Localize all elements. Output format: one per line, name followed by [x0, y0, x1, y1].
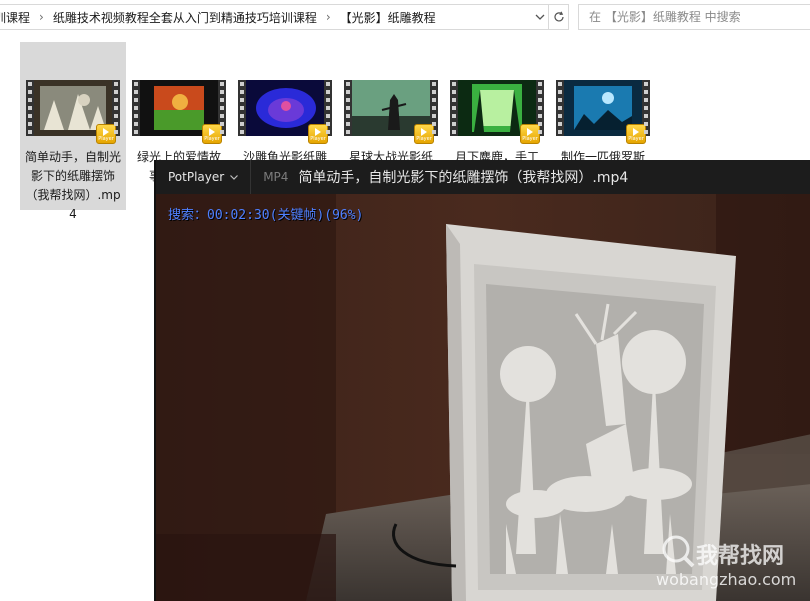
format-label: MP4: [263, 170, 289, 184]
player-titlebar[interactable]: PotPlayer MP4 简单动手，自制光影下的纸雕摆饰（我帮找网）.mp4: [156, 160, 810, 194]
chevron-right-icon[interactable]: ›: [36, 10, 47, 24]
breadcrumb-item-course[interactable]: 训课程: [0, 9, 36, 26]
file-item[interactable]: Player 简单动手，自制光影下的纸雕摆饰（我帮找网）.mp4: [20, 42, 126, 221]
player-badge-icon: Player: [308, 124, 328, 144]
potplayer-window[interactable]: PotPlayer MP4 简单动手，自制光影下的纸雕摆饰（我帮找网）.mp4: [154, 160, 810, 601]
search-box[interactable]: [578, 4, 810, 30]
breadcrumb-item-current[interactable]: 【光影】纸雕教程: [334, 9, 442, 26]
player-badge-icon: Player: [520, 124, 540, 144]
address-dropdown-icon[interactable]: [532, 4, 548, 30]
chevron-right-icon[interactable]: ›: [323, 10, 334, 24]
seek-osd-text: 搜索：00:02:30(关键帧)(96%): [168, 208, 364, 223]
player-brand-label: PotPlayer: [168, 170, 225, 184]
player-badge-icon: Player: [202, 124, 222, 144]
video-thumbnail: Player: [344, 80, 438, 144]
video-thumbnail: Player: [556, 80, 650, 144]
video-frame[interactable]: 搜索：00:02:30(关键帧)(96%) 我帮找网 wobangzhao.co…: [156, 194, 810, 601]
video-thumbnail: Player: [26, 80, 120, 144]
breadcrumb-item-folder[interactable]: 纸雕技术视频教程全套从入门到精通技巧培训课程: [47, 9, 323, 26]
video-thumbnail: Player: [132, 80, 226, 144]
file-name: 简单动手，自制光影下的纸雕摆饰（我帮找网）.mp4: [24, 150, 121, 221]
breadcrumb[interactable]: 训课程 › 纸雕技术视频教程全套从入门到精通技巧培训课程 › 【光影】纸雕教程: [0, 4, 569, 30]
refresh-icon[interactable]: [548, 4, 569, 30]
potplayer-menu-button[interactable]: PotPlayer: [156, 160, 252, 194]
player-badge-icon: Player: [414, 124, 434, 144]
watermark-url: wobangzhao.com: [656, 570, 797, 589]
player-title: 简单动手，自制光影下的纸雕摆饰（我帮找网）.mp4: [298, 170, 629, 186]
player-badge-icon: Player: [626, 124, 646, 144]
address-bar: 训课程 › 纸雕技术视频教程全套从入门到精通技巧培训课程 › 【光影】纸雕教程: [0, 0, 810, 34]
video-thumbnail: Player: [450, 80, 544, 144]
watermark-name: 我帮找网: [696, 544, 785, 569]
search-input[interactable]: [589, 10, 809, 24]
video-thumbnail: Player: [238, 80, 332, 144]
chevron-down-icon: [230, 172, 239, 183]
player-badge-icon: Player: [96, 124, 116, 144]
